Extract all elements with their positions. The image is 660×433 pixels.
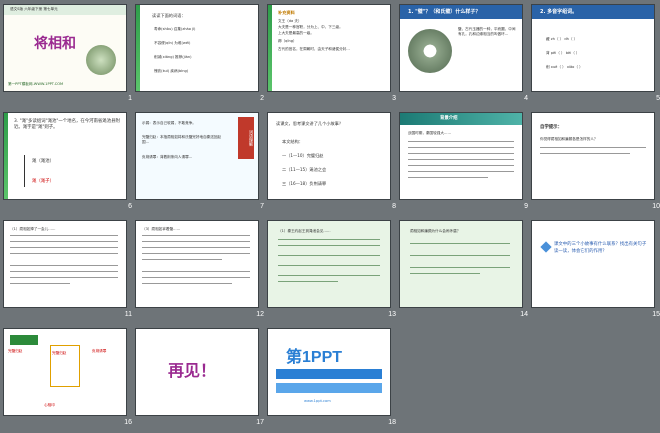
diamond-bullet-icon [540,241,552,253]
slide-footer: 第一PPT模板网-WWW.1PPT.COM [8,82,64,86]
slide-thumb-9[interactable]: 背景介绍 战国时期，秦国较强大…… 9 [400,113,530,211]
jade-disc-image [408,29,452,73]
slide-number: 5 [656,95,660,102]
slide-number: 10 [652,203,660,210]
slide-number: 3 [392,95,396,102]
slide-title: 将相和 [34,36,76,52]
slide-number: 9 [524,203,528,210]
slide-header: 语文S版 六年级下册 第七单元 [10,7,58,11]
slide-thumb-18[interactable]: 第1PPT www.1ppt.com 18 [268,329,398,427]
jade-disc-image [86,45,116,75]
label-box [10,335,38,345]
slide-title: 再见！ [168,361,217,380]
slide-thumb-5[interactable]: 2. 多音字组词。 藏 zh（ ） dh（ ） 背 pēi（ ） bèi（ ） … [532,5,660,103]
slide-number: 11 [124,311,132,318]
slide-number: 17 [256,419,264,426]
slide-thumb-12[interactable]: （3）蔺相如拿着璧…… 12 [136,221,266,319]
slide-number: 14 [520,311,528,318]
slide-thumb-15[interactable]: 课文中的三个小故事有什么联系？找出有关句子读一读，体会它们的作用？ 15 [532,221,660,319]
slide-thumb-16[interactable]: 完璧归赵 完璧归赵 负荆请罪 心相印 16 [4,329,134,427]
slide-number: 4 [524,95,528,102]
slide-thumb-13[interactable]: （1）秦王约赵王到渑池会见…… 13 [268,221,398,319]
slide-number: 1 [128,95,132,102]
slide-number: 16 [124,419,132,426]
slide-thumb-11[interactable]: （1）蔺相如捧了一会儿…… 11 [4,221,134,319]
tag-label: 词语理解 [238,117,254,159]
slide-number: 12 [256,311,264,318]
slide-thumb-10[interactable]: 自学提示： 你觉得蔺相如和廉颇各是怎样的人？ 10 [532,113,660,211]
slide-thumb-2[interactable]: 读读下面的词语： 寿命(shòu) 召集(zhào jí) 不容侵(qīn) 为… [136,5,266,103]
slide-number: 8 [392,203,396,210]
slide-thumb-1[interactable]: 语文S版 六年级下册 第七单元 将相和 第一PPT模板网-WWW.1PPT.CO… [4,5,134,103]
slide-thumb-6[interactable]: 3. "渑"多读组词"渑池"一个地名，在今河南省渑池县附近。渑字是"渑"则子。 … [4,113,134,211]
slide-thumb-17[interactable]: 再见！ 17 [136,329,266,427]
slide-thumb-4[interactable]: 1. "璧"？（和氏璧）什么样子？ 璧，古代玉器的一种，平而圆，中间有孔，孔和边… [400,5,530,103]
slide-thumb-7[interactable]: 示弱：表示自己软弱，不敢竞争。 完璧归赵：本指蔺相如将和氏璧完好地自秦送回赵国…… [136,113,266,211]
slide-number: 7 [260,203,264,210]
slide-number: 18 [388,419,396,426]
slide-thumb-14[interactable]: 蔺相如和廉颇为什么会闹矛盾？ 14 [400,221,530,319]
slide-number: 6 [128,203,132,210]
slide-thumb-3[interactable]: 补充资料 文王（da 夫） 大夫是一种官职，分为上、中、下三级。 上大夫是最高的… [268,5,398,103]
logo: 第1PPT [286,349,343,366]
slide-thumb-8[interactable]: 读课文，思考课文讲了几个小故事？ 本文结构： 一（1—10）完璧归赵 二（11—… [268,113,398,211]
slide-number: 2 [260,95,264,102]
slide-number: 13 [388,311,396,318]
slide-number: 15 [652,311,660,318]
